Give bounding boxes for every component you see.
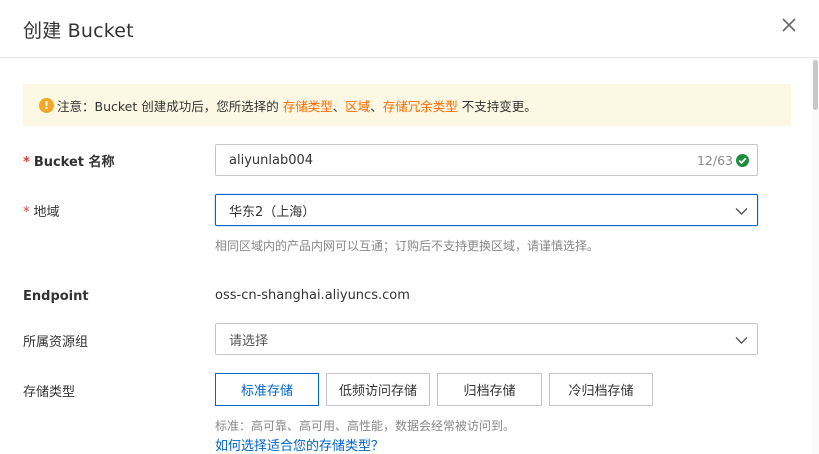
resource-group-label: 所属资源组 bbox=[23, 335, 89, 350]
char-counter: 12/63 bbox=[696, 153, 733, 168]
resource-group-select[interactable]: 请选择 bbox=[215, 323, 758, 355]
storage-option-archive[interactable]: 归档存储 bbox=[437, 373, 542, 406]
notice-link-storage-class[interactable]: 存储类型 bbox=[283, 96, 333, 115]
chevron-down-icon bbox=[735, 205, 748, 215]
bucket-name-value: aliyunlab004 bbox=[229, 152, 314, 168]
storage-option-infrequent[interactable]: 低频访问存储 bbox=[326, 373, 430, 406]
warning-icon: ! bbox=[39, 97, 54, 113]
notice-link-redundancy[interactable]: 存储冗余类型 bbox=[383, 96, 458, 115]
resource-group-placeholder: 请选择 bbox=[229, 333, 269, 349]
notice-prefix: 注意：Bucket 创建成功后，您所选择的 bbox=[57, 98, 283, 114]
region-select[interactable]: 华东2（上海） bbox=[215, 194, 758, 226]
endpoint-label: Endpoint bbox=[23, 289, 89, 304]
notice-link-region[interactable]: 区域 bbox=[345, 96, 370, 115]
storage-class-hint: 标准：高可靠、高可用、高性能，数据会经常被访问到。 bbox=[215, 419, 516, 433]
dialog-header: 创建 Bucket bbox=[0, 0, 819, 58]
scrollbar-track[interactable] bbox=[812, 59, 819, 454]
close-icon[interactable] bbox=[781, 17, 797, 33]
region-label: * 地域 bbox=[23, 201, 60, 220]
bucket-name-input[interactable]: aliyunlab004 12/63 bbox=[215, 144, 758, 176]
storage-option-standard[interactable]: 标准存储 bbox=[215, 373, 319, 406]
notice-suffix: 不支持变更。 bbox=[457, 98, 537, 114]
scrollbar-thumb[interactable] bbox=[813, 60, 818, 110]
storage-class-label: 存储类型 bbox=[23, 385, 76, 400]
bucket-name-label: * Bucket 名称 bbox=[23, 151, 115, 170]
check-circle-icon bbox=[736, 154, 749, 167]
required-mark: * bbox=[23, 205, 30, 220]
notice-banner: ! 注意：Bucket 创建成功后，您所选择的 存储类型 、 区域 、 存储冗余… bbox=[23, 84, 791, 126]
dialog-title: 创建 Bucket bbox=[23, 20, 134, 42]
region-label-text: 地域 bbox=[33, 205, 60, 220]
notice-separator: 、 bbox=[370, 98, 383, 114]
endpoint-value: oss-cn-shanghai.aliyuncs.com bbox=[215, 288, 410, 303]
create-bucket-dialog: 创建 Bucket ! 注意：Bucket 创建成功后，您所选择的 存储类型 、… bbox=[0, 0, 819, 454]
notice-separator: 、 bbox=[332, 98, 346, 114]
region-hint: 相同区域内的产品内网可以互通；订购后不支持更换区域，请谨慎选择。 bbox=[215, 239, 600, 253]
region-value: 华东2（上海） bbox=[229, 204, 316, 220]
required-mark: * bbox=[23, 155, 30, 170]
storage-option-cold-archive[interactable]: 冷归档存储 bbox=[549, 373, 653, 406]
bucket-name-label-text: Bucket 名称 bbox=[33, 155, 115, 170]
chevron-down-icon bbox=[735, 334, 748, 344]
storage-class-help-link[interactable]: 如何选择适合您的存储类型？ bbox=[215, 435, 384, 454]
